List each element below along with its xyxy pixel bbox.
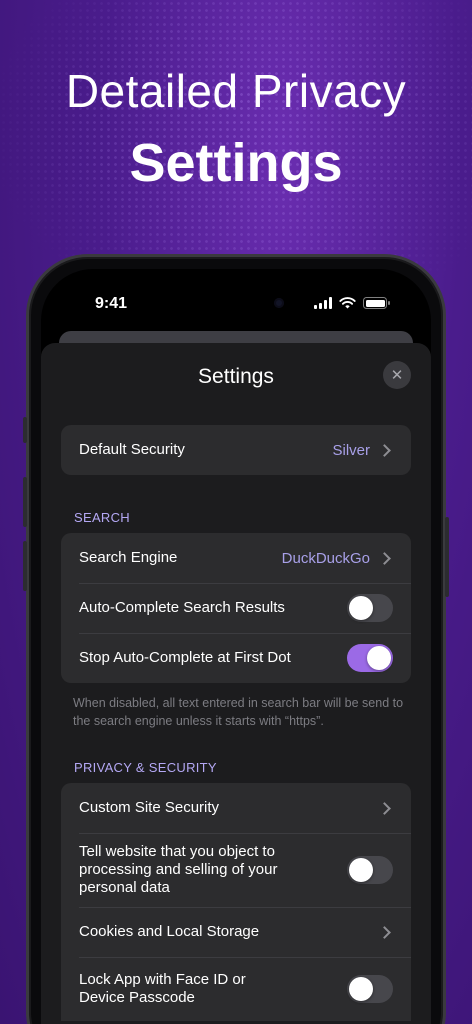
status-time: 9:41 [95, 295, 128, 312]
object-processing-toggle[interactable] [347, 856, 393, 884]
default-security-row[interactable]: Default Security Silver [61, 425, 411, 475]
chevron-right-icon [378, 925, 391, 939]
search-engine-value: DuckDuckGo [281, 549, 370, 567]
close-button[interactable]: ✕ [383, 361, 411, 389]
stop-first-dot-label: Stop Auto-Complete at First Dot [79, 649, 291, 666]
headline-line-1: Detailed Privacy [65, 65, 407, 117]
custom-site-security-label: Custom Site Security [79, 799, 220, 816]
privacy-group: Custom Site Security Tell website that y… [61, 783, 411, 1021]
phone-screen: 9:41 Settings ✕ Default Security Silver … [41, 269, 431, 1024]
autocomplete-label: Auto-Complete Search Results [79, 599, 285, 616]
action-button [23, 417, 27, 443]
headline-line-2: Settings [129, 133, 343, 193]
search-footnote: When disabled, all text entered in searc… [73, 696, 404, 728]
dynamic-island [186, 285, 304, 321]
search-group: Search Engine DuckDuckGo Auto-Complete S… [61, 533, 411, 683]
cookies-storage-label: Cookies and Local Storage [79, 923, 260, 940]
lock-app-label: Lock App with Face ID or Device Passcode [79, 971, 246, 1006]
volume-up-button [23, 477, 27, 527]
chevron-right-icon [378, 801, 391, 815]
default-security-value: Silver [332, 441, 370, 459]
close-icon: ✕ [390, 367, 404, 384]
settings-sheet: Settings ✕ Default Security Silver SEARC… [41, 343, 431, 1024]
cookies-storage-row[interactable]: Cookies and Local Storage [61, 907, 411, 957]
stop-first-dot-toggle[interactable] [347, 644, 393, 672]
wifi-icon [339, 297, 356, 309]
autocomplete-toggle[interactable] [347, 594, 393, 622]
camera-icon [274, 298, 284, 308]
stop-first-dot-row: Stop Auto-Complete at First Dot [61, 633, 411, 683]
battery-icon [363, 297, 390, 309]
object-processing-label: Tell website that you object to processi… [79, 843, 278, 896]
lock-app-toggle[interactable] [347, 975, 393, 1003]
object-processing-row: Tell website that you object to processi… [61, 833, 411, 907]
cellular-signal-icon [314, 297, 332, 309]
volume-down-button [23, 541, 27, 591]
search-engine-label: Search Engine [79, 549, 178, 566]
sheet-title: Settings [198, 365, 274, 388]
search-engine-row[interactable]: Search Engine DuckDuckGo [61, 533, 411, 583]
search-section-header: SEARCH [74, 510, 130, 525]
status-bar: 9:41 [41, 269, 431, 329]
chevron-right-icon [378, 551, 391, 565]
default-security-group: Default Security Silver [61, 425, 411, 475]
status-icons [314, 297, 390, 309]
phone-frame: 9:41 Settings ✕ Default Security Silver … [23, 254, 449, 1024]
power-button [445, 517, 449, 597]
lock-app-row: Lock App with Face ID or Device Passcode [61, 957, 411, 1021]
privacy-section-header: PRIVACY & SECURITY [74, 760, 217, 775]
chevron-right-icon [378, 443, 391, 457]
custom-site-security-row[interactable]: Custom Site Security [61, 783, 411, 833]
autocomplete-row: Auto-Complete Search Results [61, 583, 411, 633]
default-security-label: Default Security [79, 441, 185, 458]
